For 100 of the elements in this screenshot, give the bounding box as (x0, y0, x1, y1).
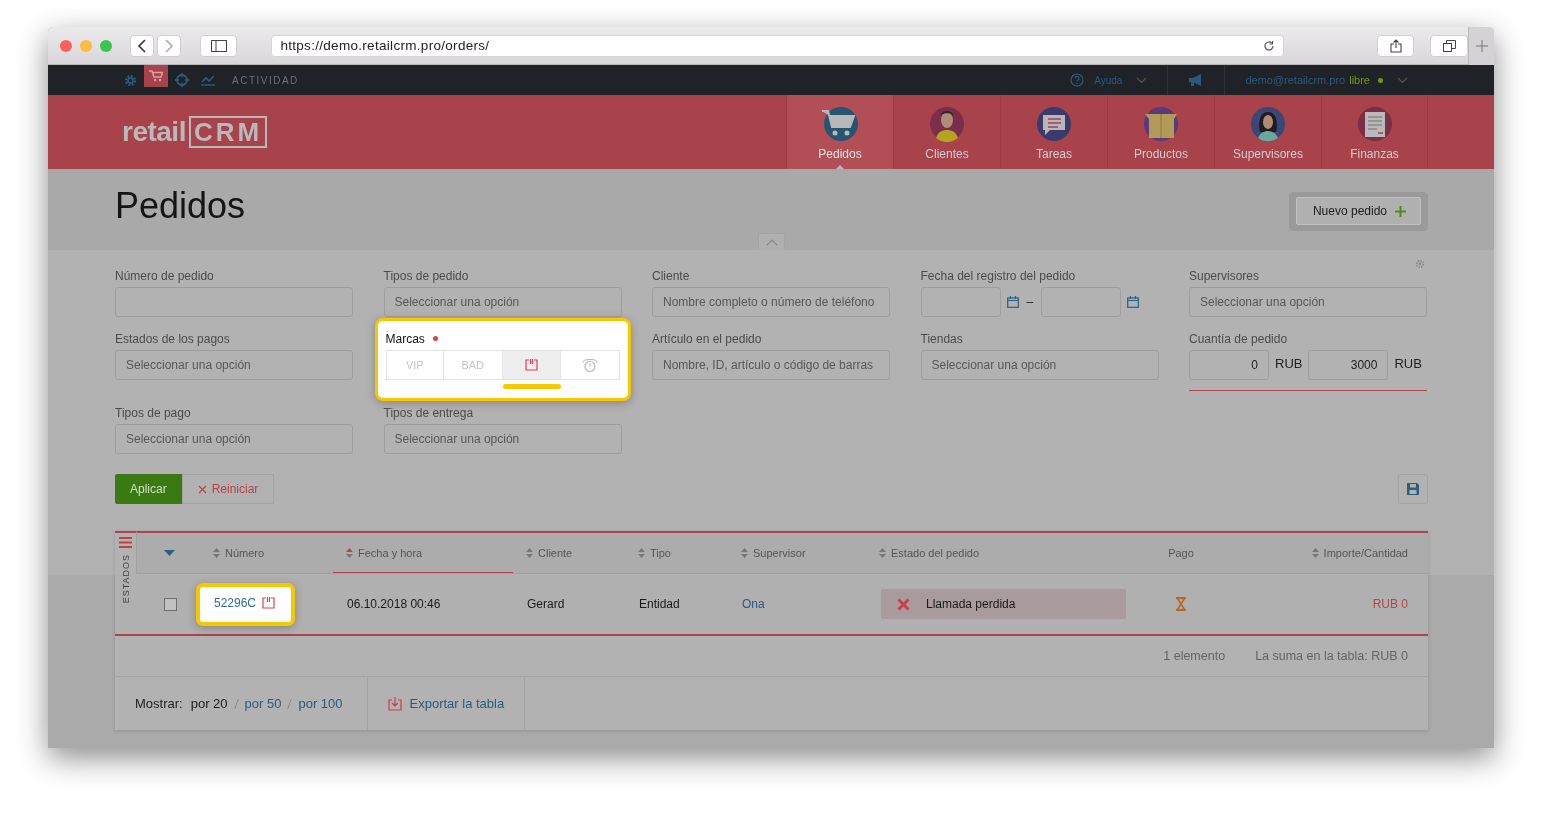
item-count: 1 elemento (1163, 649, 1226, 663)
activity-link[interactable]: ACTIVIDAD (232, 74, 299, 86)
menu-icon (119, 537, 132, 548)
page-title: Pedidos (115, 185, 246, 227)
settings-icon (123, 73, 137, 87)
flag-icon (524, 359, 538, 371)
sort-icon (1311, 548, 1319, 558)
column-header: Pago (1167, 546, 1195, 561)
export-link[interactable]: Exportar la tabla (367, 677, 526, 730)
back-button[interactable] (130, 34, 154, 57)
nav-tab[interactable]: Finanzas (1321, 95, 1428, 169)
input-field[interactable]: 3000 (1308, 350, 1389, 380)
plan-label: libre (1349, 74, 1370, 86)
sort-icon (213, 548, 220, 558)
select-field[interactable]: Seleccionar una opción (115, 350, 353, 380)
reset-button[interactable]: Reiniciar (181, 474, 275, 504)
order-link[interactable]: 52296C (214, 595, 257, 610)
save-button[interactable] (1398, 474, 1428, 504)
field-label: Tipos de entrega (383, 405, 474, 420)
apply-button[interactable]: Aplicar (115, 474, 182, 504)
selection-underline (502, 384, 561, 389)
page-size-link[interactable]: por 100 (298, 696, 343, 711)
save-icon (1407, 483, 1419, 495)
alarm-icon (581, 358, 598, 372)
page-size-link[interactable]: por 20 (190, 696, 228, 711)
nav-tab[interactable]: Productos (1107, 95, 1214, 169)
cart-icon (820, 106, 860, 142)
maximize-button[interactable] (100, 39, 112, 52)
sort-header[interactable]: Importe/Cantidad (1226, 533, 1428, 573)
tag-toggle[interactable]: BAD (444, 350, 503, 380)
field-label: Supervisores (1189, 268, 1260, 283)
caret-icon[interactable] (164, 550, 175, 556)
select-field[interactable]: Seleccionar una opción (920, 350, 1159, 380)
nav-tab[interactable]: Tareas (1000, 95, 1107, 169)
field-label: Cuantía de pedido (1189, 331, 1288, 346)
app-tab[interactable] (144, 65, 168, 87)
table-cell: Gerard (527, 597, 565, 611)
nav-tab[interactable]: Supervisores (1214, 95, 1321, 169)
help-icon[interactable] (1070, 73, 1085, 87)
chevron-icon[interactable] (1136, 76, 1148, 84)
tag-toggle[interactable]: VIP (385, 350, 444, 380)
tabs-button[interactable] (1430, 34, 1469, 57)
select-field[interactable]: Seleccionar una opción (115, 424, 353, 454)
person-icon (929, 106, 965, 142)
sort-header[interactable]: Número (200, 533, 333, 573)
sort-header[interactable]: Tipo (625, 533, 728, 573)
calendar-icon[interactable] (1006, 296, 1019, 308)
chat-icon (1036, 106, 1072, 142)
select-field[interactable]: Seleccionar una opción (383, 287, 622, 317)
sort-header[interactable]: Estado del pedido (866, 533, 1136, 573)
url-text: https://demo.retailcrm.pro/orders/ (280, 38, 491, 53)
field-label: Fecha del registro del pedido (920, 268, 1076, 283)
sort-icon (526, 548, 533, 558)
select-field[interactable]: Seleccionar una opción (1189, 287, 1427, 317)
amount-cell: RUB 0 (1372, 597, 1408, 611)
input-field[interactable]: Nombre, ID, artículo o código de barras (652, 350, 890, 380)
flag-toggle[interactable] (502, 350, 561, 380)
collapse-tab[interactable] (758, 233, 785, 250)
field-label: Marcas (385, 331, 425, 346)
field-label: Estados de los pagos (115, 331, 230, 346)
sidebar-icon (210, 39, 227, 52)
sort-icon (346, 547, 353, 558)
input-field[interactable]: Nombre completo o número de teléfono (652, 287, 890, 317)
alarm-toggle[interactable] (561, 350, 620, 380)
sidebar-button[interactable] (199, 34, 238, 57)
close-button[interactable] (60, 39, 72, 52)
select-field[interactable]: Seleccionar una opción (383, 424, 622, 454)
address-bar[interactable]: https://demo.retailcrm.pro/orders/ (271, 34, 1284, 57)
chart-icon (201, 74, 215, 86)
x-icon (897, 597, 910, 611)
page-size-link[interactable]: por 50 (244, 696, 282, 711)
minimize-button[interactable] (80, 39, 92, 52)
status-badge[interactable]: Llamada perdida (881, 589, 1126, 619)
row-checkbox[interactable] (164, 597, 177, 611)
chevron-up-icon (765, 238, 778, 246)
settings-icon[interactable] (1415, 259, 1425, 269)
field-label: Tipos de pedido (383, 268, 469, 283)
chevron-icon[interactable] (1397, 76, 1408, 84)
sort-header[interactable]: Fecha y hora (333, 533, 513, 573)
field-label: Tipos de pago (115, 405, 191, 420)
sort-icon (741, 548, 748, 558)
forward-icon (163, 38, 174, 53)
new-order-button[interactable]: Nuevo pedido (1295, 197, 1421, 225)
supervisor-link[interactable]: Ona (742, 597, 765, 611)
table-cell: Entidad (639, 597, 680, 611)
field-label: Cliente (652, 268, 690, 283)
nav-tab[interactable]: Clientes (893, 95, 1000, 169)
share-button[interactable] (1376, 34, 1415, 57)
calendar-icon[interactable] (1127, 296, 1140, 308)
plus-icon (1395, 205, 1406, 217)
user-email[interactable]: demo@retailcrm.pro (1245, 74, 1346, 86)
help-link[interactable]: Ayuda (1094, 74, 1123, 86)
sort-header[interactable]: Supervisor (728, 533, 866, 573)
nav-tab[interactable]: Pedidos (786, 95, 893, 169)
currency-label: RUB (1394, 355, 1422, 371)
input-field[interactable]: 0 (1189, 350, 1269, 380)
back-icon (136, 38, 147, 53)
sort-header[interactable]: Cliente (513, 533, 625, 573)
close-icon (197, 484, 207, 494)
reload-icon[interactable] (1262, 39, 1275, 52)
